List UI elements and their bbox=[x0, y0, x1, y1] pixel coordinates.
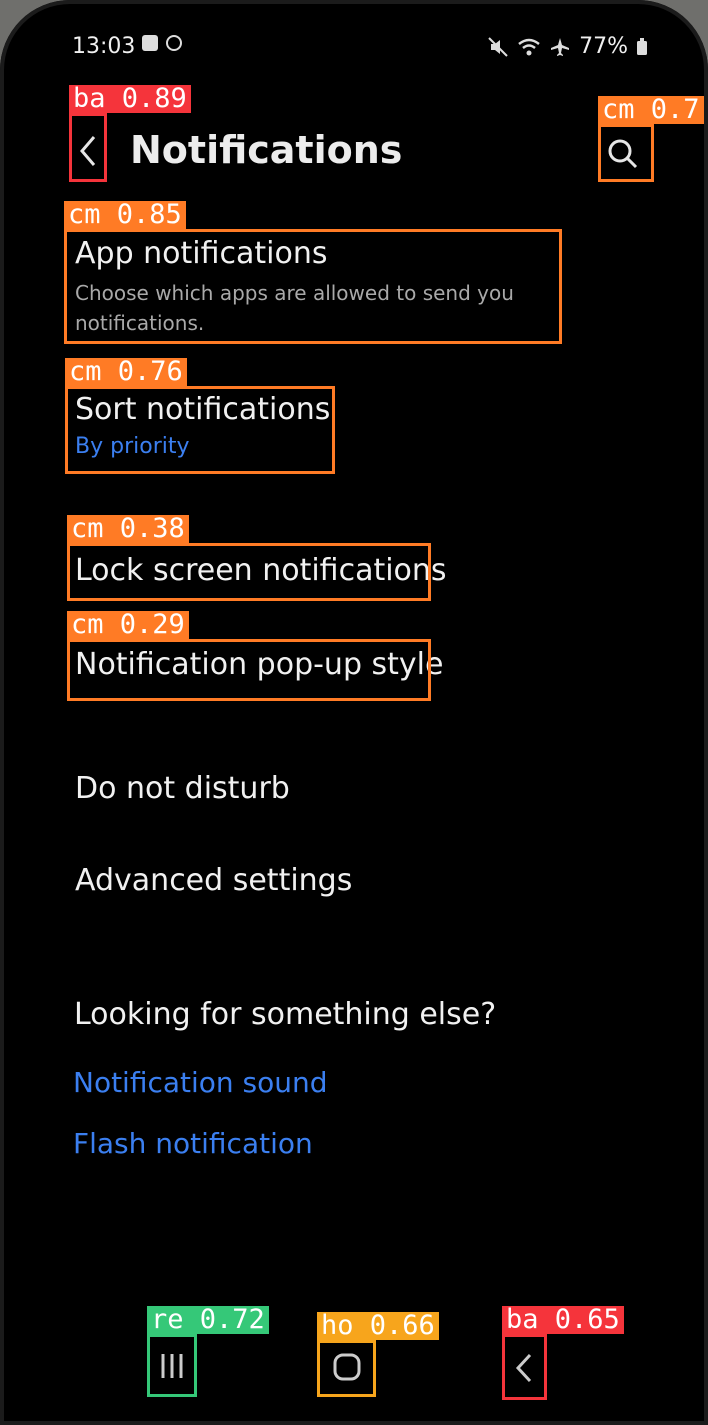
phone-screen: 13:03 77% Notifications App notification… bbox=[0, 0, 708, 1425]
annotation-label: cm 0.76 bbox=[65, 358, 187, 386]
annotation-label: ba 0.65 bbox=[502, 1306, 624, 1334]
circle-icon bbox=[166, 35, 182, 51]
status-time: 13:03 bbox=[72, 34, 136, 59]
battery-percent: 77% bbox=[579, 34, 628, 59]
annotation-popup-style: cm 0.29 bbox=[67, 611, 431, 701]
annotation-recents: re 0.72 bbox=[147, 1306, 269, 1397]
annotation-label: cm 0.7 bbox=[598, 96, 704, 124]
annotation-label: cm 0.85 bbox=[64, 201, 186, 229]
annotation-label: re 0.72 bbox=[147, 1306, 269, 1334]
annotation-sort-notifications: cm 0.76 bbox=[65, 358, 335, 474]
annotation-label: cm 0.38 bbox=[67, 515, 189, 543]
advanced-settings[interactable]: Advanced settings bbox=[75, 863, 352, 898]
page-title: Notifications bbox=[130, 128, 403, 172]
status-bar: 13:03 77% bbox=[72, 30, 648, 64]
annotation-back-top: ba 0.89 bbox=[69, 85, 191, 182]
annotation-search: cm 0.7 bbox=[598, 96, 704, 182]
wifi-icon bbox=[518, 38, 540, 55]
battery-icon bbox=[637, 37, 647, 55]
annotation-app-notifications: cm 0.85 bbox=[64, 201, 562, 344]
annotation-label: cm 0.29 bbox=[67, 611, 189, 639]
do-not-disturb[interactable]: Do not disturb bbox=[75, 771, 290, 806]
annotation-home: ho 0.66 bbox=[317, 1312, 439, 1397]
annotation-back-bottom: ba 0.65 bbox=[502, 1306, 624, 1400]
looking-heading: Looking for something else? bbox=[74, 997, 497, 1032]
flash-notification-link[interactable]: Flash notification bbox=[73, 1127, 313, 1160]
mute-icon bbox=[488, 36, 508, 57]
annotation-label: ba 0.89 bbox=[69, 85, 191, 113]
airplane-icon bbox=[551, 37, 570, 56]
annotation-label: ho 0.66 bbox=[317, 1312, 439, 1340]
notification-sound-link[interactable]: Notification sound bbox=[73, 1066, 328, 1099]
annotation-lock-screen: cm 0.38 bbox=[67, 515, 431, 601]
checkbox-icon bbox=[142, 35, 158, 51]
